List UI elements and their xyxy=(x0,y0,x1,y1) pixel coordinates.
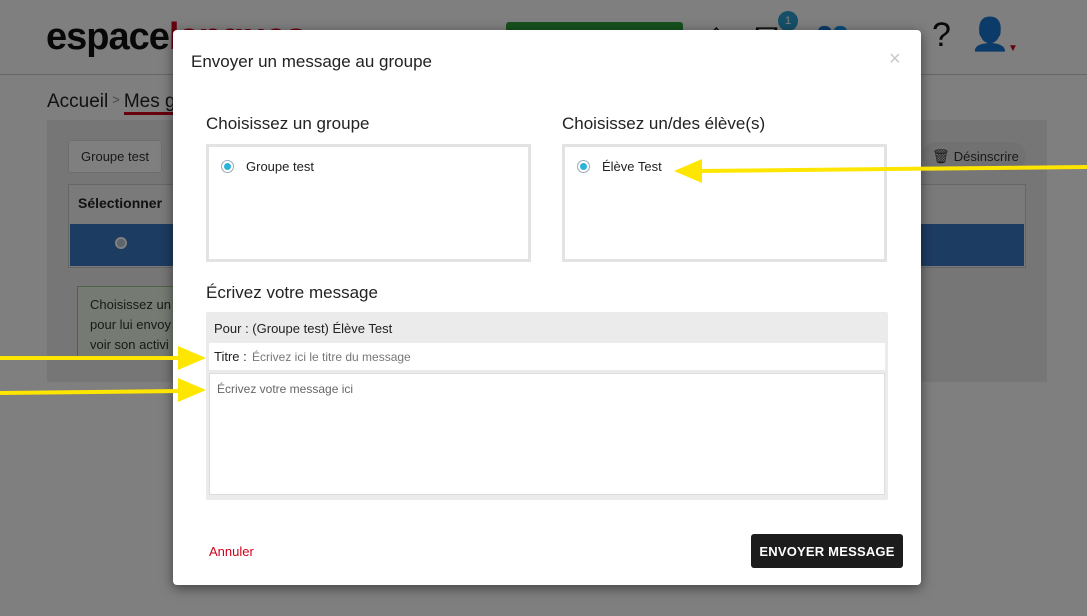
group-list: Groupe test xyxy=(206,144,531,262)
annotation-arrow-right xyxy=(674,159,1087,183)
message-section-label: Écrivez votre message xyxy=(206,283,378,302)
send-message-modal: Envoyer un message au groupe × Choisisse… xyxy=(173,30,921,585)
group-option[interactable]: Groupe test xyxy=(221,159,314,174)
radio-selected-icon[interactable] xyxy=(221,160,234,173)
send-message-button[interactable]: ENVOYER MESSAGE xyxy=(751,534,903,568)
title-row: Titre : xyxy=(209,343,885,370)
group-option-label: Groupe test xyxy=(246,159,314,174)
title-input[interactable] xyxy=(252,346,872,367)
modal-title: Envoyer un message au groupe xyxy=(191,52,432,71)
close-icon[interactable]: × xyxy=(889,48,901,71)
message-textarea[interactable] xyxy=(209,373,885,495)
recipient-line: Pour : (Groupe test) Élève Test xyxy=(214,321,393,336)
cancel-link[interactable]: Annuler xyxy=(209,544,254,559)
annotation-arrow-title xyxy=(0,346,206,370)
message-composer: Pour : (Groupe test) Élève Test Titre : xyxy=(206,312,888,500)
group-section-label: Choisissez un groupe xyxy=(206,114,370,133)
student-section-label: Choisissez un/des élève(s) xyxy=(562,114,766,133)
student-option-label: Élève Test xyxy=(602,159,662,174)
student-option[interactable]: Élève Test xyxy=(577,159,662,174)
annotation-arrow-message xyxy=(0,378,206,402)
radio-selected-icon[interactable] xyxy=(577,160,590,173)
title-label: Titre : xyxy=(214,349,247,364)
